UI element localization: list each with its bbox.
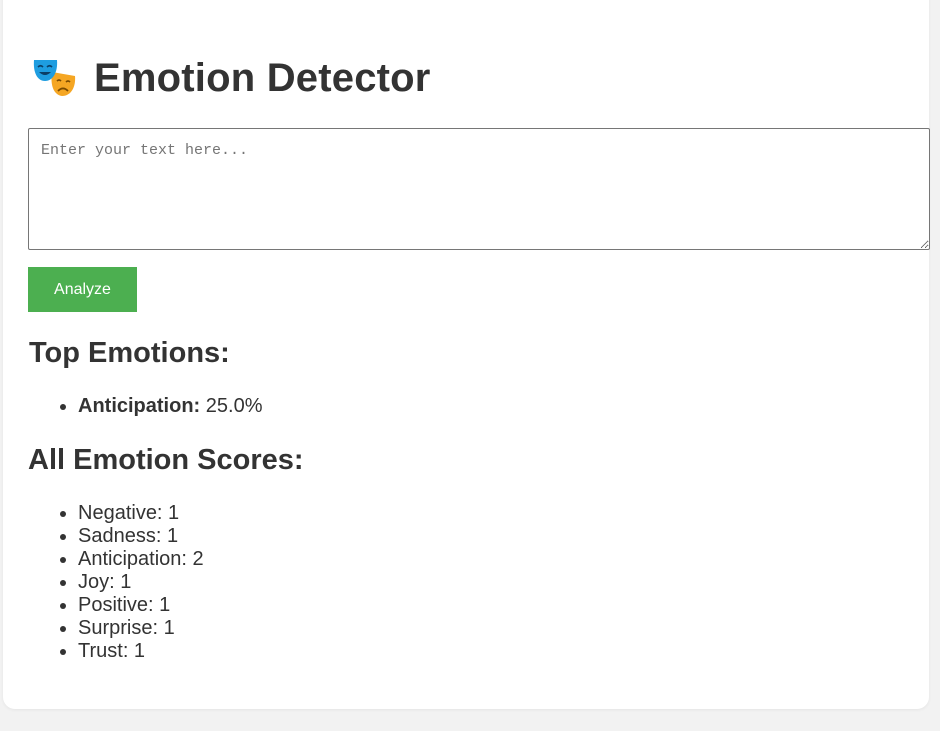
all-scores-heading: All Emotion Scores: bbox=[28, 444, 304, 476]
page-title: Emotion Detector bbox=[94, 55, 431, 100]
top-emotions-list: Anticipation: 25.0% bbox=[40, 395, 263, 418]
text-input[interactable] bbox=[28, 128, 930, 250]
list-item: Sadness: 1 bbox=[78, 525, 204, 548]
list-item: Negative: 1 bbox=[78, 502, 204, 525]
list-item: Joy: 1 bbox=[78, 571, 204, 594]
emotion-label: Anticipation: bbox=[78, 395, 201, 417]
list-item: Trust: 1 bbox=[78, 640, 204, 663]
list-item: Surprise: 1 bbox=[78, 617, 204, 640]
list-item: Anticipation: 25.0% bbox=[78, 395, 263, 418]
emotion-percent: 25.0% bbox=[205, 395, 263, 417]
analyze-button[interactable]: Analyze bbox=[28, 267, 137, 312]
top-emotions-heading: Top Emotions: bbox=[29, 337, 230, 369]
header: Emotion Detector bbox=[31, 54, 431, 102]
theater-masks-icon bbox=[33, 60, 76, 96]
list-item: Anticipation: 2 bbox=[78, 548, 204, 571]
all-scores-list: Negative: 1 Sadness: 1 Anticipation: 2 J… bbox=[40, 502, 204, 663]
list-item: Positive: 1 bbox=[78, 594, 204, 617]
